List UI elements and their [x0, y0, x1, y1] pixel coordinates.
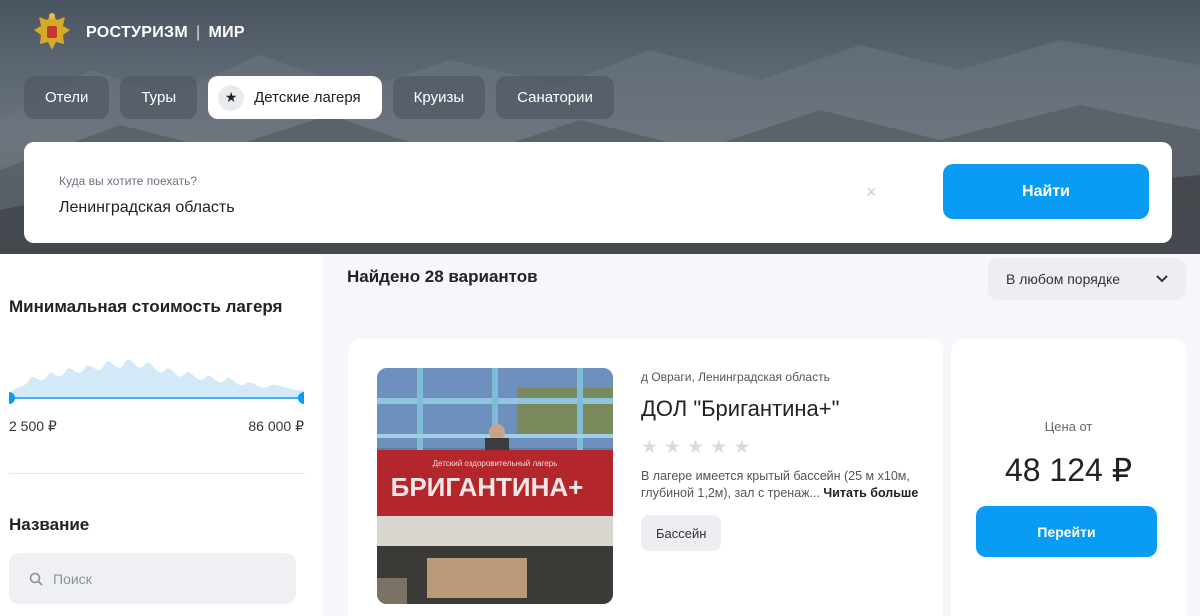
tab-hotels[interactable]: Отели	[24, 76, 110, 119]
camp-card[interactable]: Детский оздоровительный лагерь БРИГАНТИН…	[348, 339, 943, 616]
photo-sign-main: БРИГАНТИНА+	[391, 472, 584, 502]
tab-label: Детские лагеря	[254, 89, 361, 106]
star-icon: ★	[218, 84, 245, 111]
sort-label: В любом порядке	[1006, 271, 1121, 287]
camp-location: д Овраги, Ленинградская область	[641, 370, 830, 384]
tab-children-camps[interactable]: ★ Детские лагеря	[208, 76, 382, 119]
star-icon: ★	[664, 437, 682, 458]
name-search-input[interactable]: Поиск	[9, 553, 296, 604]
price-value: 48 124 ₽	[1004, 452, 1133, 488]
filters-sidebar: Минимальная стоимость лагеря 2 500 ₽ 86 …	[0, 254, 322, 616]
price-histogram	[9, 359, 304, 404]
price-label: Цена от	[1044, 419, 1093, 434]
brand-separator: |	[196, 24, 201, 41]
hero-banner: РОСТУРИЗМ | МИР Отели Туры ★ Детские лаг…	[0, 0, 1200, 254]
camp-name[interactable]: ДОЛ "Бригантина+"	[641, 396, 839, 422]
price-min-value: 2 500 ₽	[9, 418, 57, 434]
star-icon: ★	[687, 437, 705, 458]
star-icon: ★	[641, 437, 659, 458]
amenity-tag: Бассейн	[641, 515, 722, 551]
tab-label: Отели	[45, 89, 89, 106]
tab-label: Туры	[141, 89, 177, 106]
category-tabs: Отели Туры ★ Детские лагеря Круизы Санат…	[24, 76, 614, 119]
results-count: Найдено 28 вариантов	[347, 267, 538, 286]
chevron-down-icon	[1156, 275, 1168, 283]
brand-name: РОСТУРИЗМ	[86, 24, 189, 41]
divider	[9, 473, 305, 474]
rating-stars: ★ ★ ★ ★ ★	[641, 436, 750, 459]
tab-sanatoriums[interactable]: Санатории	[496, 76, 614, 119]
tab-cruises[interactable]: Круизы	[392, 76, 486, 119]
tab-tours[interactable]: Туры	[120, 76, 198, 119]
name-filter-title: Название	[9, 515, 90, 534]
camp-description: В лагере имеется крытый бассейн (25 м х1…	[641, 468, 931, 502]
read-more-link[interactable]: Читать больше	[823, 486, 918, 500]
find-button[interactable]: Найти	[943, 164, 1149, 219]
price-panel: Цена от 48 124 ₽ Перейти	[951, 339, 1186, 616]
site-logo[interactable]: РОСТУРИЗМ | МИР	[30, 10, 245, 56]
sort-dropdown[interactable]: В любом порядке	[988, 258, 1186, 300]
destination-label: Куда вы хотите поехать?	[59, 174, 198, 188]
search-icon	[29, 572, 43, 586]
go-button[interactable]: Перейти	[976, 506, 1157, 557]
destination-input[interactable]: Ленинградская область	[59, 199, 235, 217]
photo-sign-top: Детский оздоровительный лагерь	[433, 459, 558, 468]
close-icon[interactable]: ×	[866, 182, 877, 203]
emblem-icon	[34, 13, 70, 50]
price-max-value: 86 000 ₽	[248, 418, 304, 434]
star-icon: ★	[710, 437, 728, 458]
search-panel: Куда вы хотите поехать? Ленинградская об…	[24, 142, 1172, 243]
tab-label: Санатории	[517, 89, 593, 106]
brand-partner: МИР	[208, 24, 245, 41]
tab-label: Круизы	[413, 89, 465, 106]
camp-photo[interactable]: Детский оздоровительный лагерь БРИГАНТИН…	[377, 368, 613, 604]
price-filter-title: Минимальная стоимость лагеря	[9, 297, 283, 316]
star-icon: ★	[733, 437, 751, 458]
name-search-placeholder: Поиск	[53, 570, 92, 587]
